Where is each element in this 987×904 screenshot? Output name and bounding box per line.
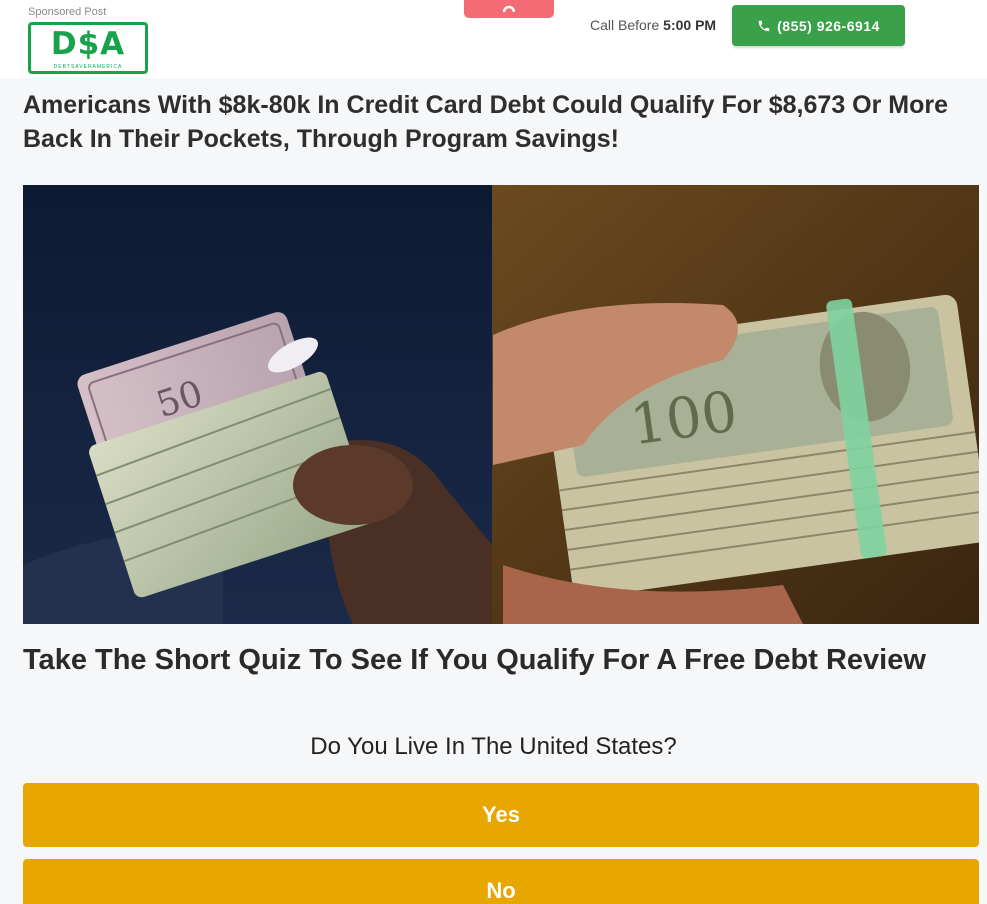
headline: Americans With $8k-80k In Credit Card De… bbox=[23, 91, 949, 153]
logo-text: D$A bbox=[50, 26, 126, 62]
phone-icon bbox=[758, 20, 770, 31]
answer-no-button[interactable]: No bbox=[23, 859, 979, 904]
sponsored-label: Sponsored Post bbox=[28, 6, 107, 18]
quiz-question: Do You Live In The United States? bbox=[310, 733, 677, 760]
call-button[interactable]: (855) 926-6914 bbox=[732, 5, 905, 46]
call-before-text: Call Before 5:00 PM bbox=[590, 17, 716, 33]
call-time: 5:00 PM bbox=[663, 17, 717, 33]
site-header: Sponsored Post D$A DEBTSAVERAMERICA Call… bbox=[0, 0, 987, 78]
hero-image-money-stacks: 50 100 bbox=[23, 185, 979, 624]
top-tab[interactable] bbox=[464, 0, 554, 18]
logo-subtext: DEBTSAVERAMERICA bbox=[53, 64, 123, 70]
quiz-subheadline: Take The Short Quiz To See If You Qualif… bbox=[23, 644, 926, 676]
call-prefix: Call Before bbox=[590, 17, 660, 33]
phone-number: (855) 926-6914 bbox=[777, 17, 880, 34]
answer-yes-button[interactable]: Yes bbox=[23, 783, 979, 847]
tab-icon bbox=[503, 5, 515, 13]
logo[interactable]: D$A DEBTSAVERAMERICA bbox=[28, 22, 148, 74]
